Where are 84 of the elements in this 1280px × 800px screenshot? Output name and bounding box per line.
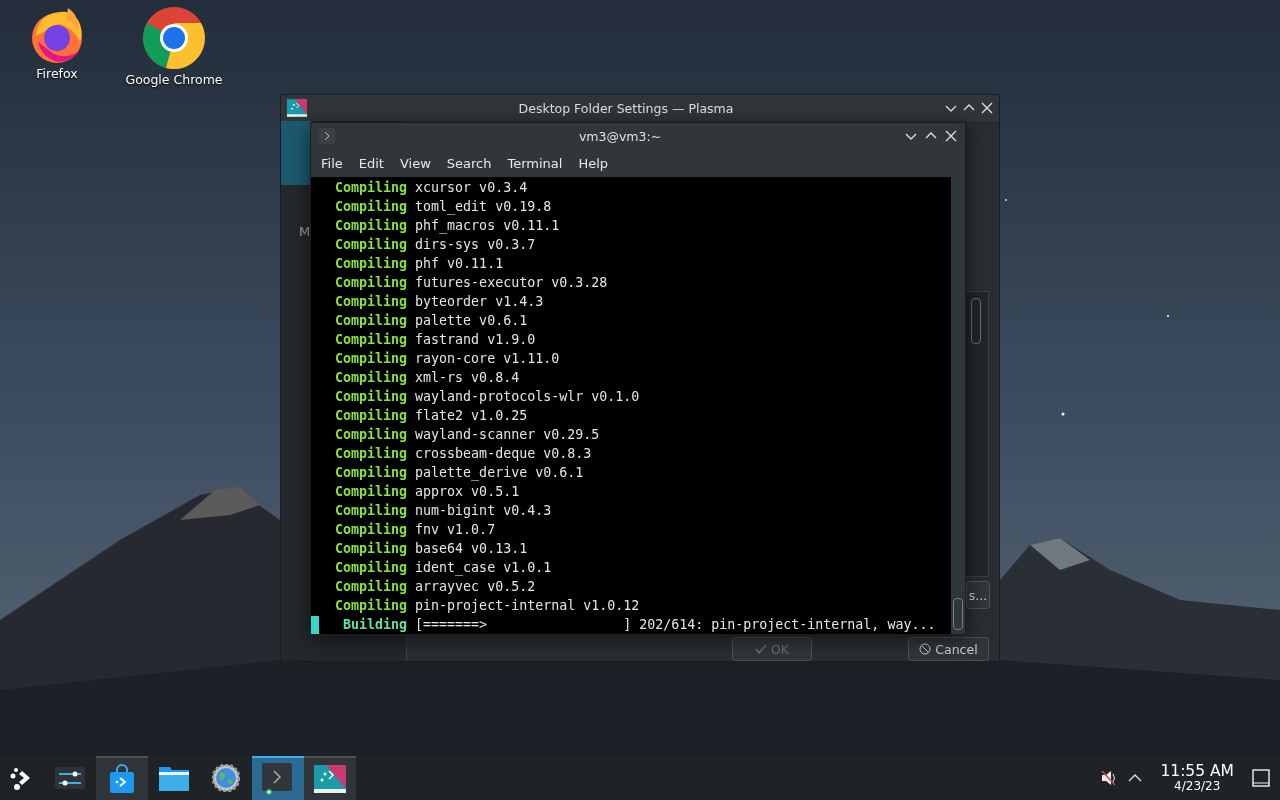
status-word: Compiling xyxy=(335,179,408,197)
show-desktop-icon[interactable] xyxy=(1252,769,1270,787)
output-text: ident_case v1.0.1 xyxy=(415,559,552,577)
status-word: Compiling xyxy=(335,350,408,368)
app-icon xyxy=(287,99,307,117)
status-word: Compiling xyxy=(335,540,408,558)
sidebar-header xyxy=(281,121,311,185)
status-word: Compiling xyxy=(335,388,408,406)
desktop-icon[interactable]: Google Chrome xyxy=(120,6,228,87)
output-text: xml-rs v0.8.4 xyxy=(415,369,520,387)
output-text: palette v0.6.1 xyxy=(415,312,528,330)
output-text: phf v0.11.1 xyxy=(415,255,504,273)
sidebar-label: M xyxy=(299,224,311,239)
terminal-icon[interactable] xyxy=(262,763,294,795)
output-text: crossbeam-deque v0.8.3 xyxy=(415,445,592,463)
shopping-bag-icon[interactable] xyxy=(109,764,135,794)
text-cursor xyxy=(311,615,319,634)
menu-item[interactable]: Terminal xyxy=(499,155,571,171)
output-text: xcursor v0.3.4 xyxy=(415,179,528,197)
close-icon[interactable] xyxy=(945,130,957,142)
desktop-icon[interactable]: Firefox xyxy=(26,6,88,81)
output-text: wayland-protocols-wlr v0.1.0 xyxy=(415,388,640,406)
caret-icon[interactable] xyxy=(1128,773,1143,783)
chrome-icon xyxy=(142,6,206,70)
output-text: fnv v1.0.7 xyxy=(415,521,496,539)
folder-icon[interactable] xyxy=(159,765,189,791)
menu-item[interactable]: Help xyxy=(570,155,617,171)
more-button[interactable]: s... xyxy=(966,581,990,609)
status-word: Compiling xyxy=(335,521,408,539)
clock[interactable]: 11:55 AM 4/23/23 xyxy=(1160,763,1234,793)
output-text: flate2 v1.0.25 xyxy=(415,407,528,425)
menu-item[interactable]: File xyxy=(313,155,351,171)
status-word: Compiling xyxy=(335,312,408,330)
output-text: futures-executor v0.3.28 xyxy=(415,274,608,292)
menu-item[interactable]: View xyxy=(391,155,439,171)
output-text: num-bigint v0.4.3 xyxy=(415,502,552,520)
status-word: Compiling xyxy=(335,331,408,349)
output-text: pin-project-internal v1.0.12 xyxy=(415,597,640,615)
status-word: Compiling xyxy=(335,407,408,425)
output-text: toml_edit v0.19.8 xyxy=(415,198,552,216)
cancel-icon xyxy=(919,643,932,655)
sliders-icon[interactable] xyxy=(55,765,85,791)
status-word: Compiling xyxy=(335,255,408,273)
output-text: arrayvec v0.5.2 xyxy=(415,578,536,596)
output-text: [=======> ] 202/614: pin-project-internal, way... xyxy=(415,616,936,634)
scrollbar[interactable] xyxy=(951,177,965,634)
globe-gear-icon[interactable] xyxy=(212,764,240,792)
status-word: Compiling xyxy=(335,293,408,311)
output-text: byteorder v1.4.3 xyxy=(415,293,544,311)
output-text: phf_macros v0.11.1 xyxy=(415,217,560,235)
output-text: base64 v0.13.1 xyxy=(415,540,528,558)
status-word: Compiling xyxy=(335,369,408,387)
output-text: rayon-core v1.11.0 xyxy=(415,350,560,368)
clock-time: 11:55 AM xyxy=(1160,763,1234,780)
status-word: Compiling xyxy=(335,502,408,520)
menu-item[interactable]: Edit xyxy=(350,155,392,171)
output-text: palette_derive v0.6.1 xyxy=(415,464,584,482)
status-word: Compiling xyxy=(335,597,408,615)
plasma-app-icon[interactable] xyxy=(314,765,346,793)
status-word: Building xyxy=(343,616,408,634)
checkmark-icon xyxy=(754,643,767,655)
output-text: approx v0.5.1 xyxy=(415,483,520,501)
status-word: Compiling xyxy=(335,559,408,577)
status-word: Compiling xyxy=(335,217,408,235)
window-title: Desktop Folder Settings — Plasma xyxy=(517,100,735,116)
status-word: Compiling xyxy=(335,198,408,216)
status-word: Compiling xyxy=(335,426,408,444)
status-word: Compiling xyxy=(335,236,408,254)
output-text: fastrand v1.9.0 xyxy=(415,331,536,349)
status-word: Compiling xyxy=(335,483,408,501)
clock-date: 4/23/23 xyxy=(1174,780,1221,793)
status-word: Compiling xyxy=(335,445,408,463)
close-icon[interactable] xyxy=(981,102,993,114)
status-word: Compiling xyxy=(335,464,408,482)
cancel-button[interactable]: Cancel xyxy=(908,637,989,661)
output-text: dirs-sys v0.3.7 xyxy=(415,236,536,254)
muted-speaker-icon[interactable] xyxy=(1100,769,1119,787)
output-text: wayland-scanner v0.29.5 xyxy=(415,426,600,444)
terminal-icon xyxy=(319,128,335,144)
status-word: Compiling xyxy=(335,274,408,292)
menu-item[interactable]: Search xyxy=(438,155,500,171)
task-item[interactable] xyxy=(304,756,356,800)
window-title: vm3@vm3:~ xyxy=(577,128,663,144)
status-word: Compiling xyxy=(335,578,408,596)
